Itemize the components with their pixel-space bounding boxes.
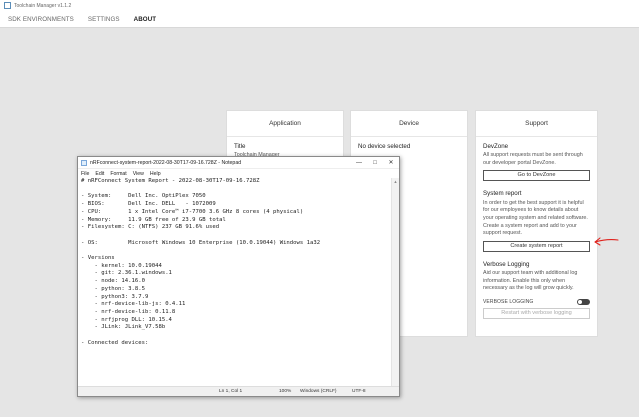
notepad-icon (81, 159, 87, 166)
close-icon[interactable]: ✕ (383, 157, 399, 169)
line-endings: Windows (CRLF) (300, 389, 337, 394)
go-to-devzone-button[interactable]: Go to DevZone (483, 170, 590, 182)
minimize-icon[interactable]: — (351, 157, 367, 169)
verbose-logging-toggle[interactable] (577, 299, 590, 306)
scroll-up-icon[interactable]: ▲ (392, 178, 399, 185)
notepad-status-bar: Ln 1, Col 1 100% Windows (CRLF) UTF-8 (78, 386, 399, 396)
application-card-header: Application (227, 111, 343, 137)
nav-about[interactable]: ABOUT (134, 16, 157, 23)
menu-file[interactable]: File (81, 171, 89, 177)
verbose-logging-text: Aid our support team with additional log… (483, 270, 578, 292)
nav-sdk-environments[interactable]: SDK ENVIRONMENTS (8, 16, 74, 23)
support-card-header: Support (476, 111, 597, 137)
verbose-logging-row: VERBOSE LOGGING (483, 299, 590, 306)
device-status: No device selected (358, 143, 411, 150)
notepad-title: nRFconnect-system-report-2022-08-30T17-0… (90, 159, 242, 166)
menu-edit[interactable]: Edit (95, 171, 104, 177)
red-arrow-annotation (594, 237, 619, 246)
menu-view[interactable]: View (133, 171, 144, 177)
notepad-menu-bar: File Edit Format View Help (78, 169, 399, 178)
vertical-scrollbar[interactable]: ▲ (391, 178, 399, 386)
toolchain-app-icon (4, 2, 11, 9)
devzone-title: DevZone (483, 143, 509, 150)
system-report-text: In order to get the best support it is h… (483, 199, 588, 237)
red-arrow-path (594, 237, 619, 246)
restart-verbose-logging-button[interactable]: Restart with verbose logging (483, 308, 590, 320)
main-nav: SDK ENVIRONMENTS SETTINGS ABOUT (0, 11, 639, 28)
menu-help[interactable]: Help (150, 171, 161, 177)
notepad-text-area[interactable]: # nRFConnect System Report - 2022-08-30T… (79, 178, 392, 386)
verbose-logging-title: Verbose Logging (483, 260, 530, 268)
encoding: UTF-8 (352, 389, 366, 394)
app-title: Toolchain Manager v1.1.2 (14, 2, 72, 9)
verbose-logging-toggle-label: VERBOSE LOGGING (483, 298, 534, 305)
menu-format[interactable]: Format (110, 171, 126, 177)
devzone-text: All support requests must be sent throug… (483, 152, 583, 166)
application-title-label: Title (234, 143, 246, 150)
notepad-title-bar: nRFconnect-system-report-2022-08-30T17-0… (78, 157, 399, 169)
zoom-level: 100% (279, 389, 292, 394)
notepad-window: nRFconnect-system-report-2022-08-30T17-0… (77, 156, 400, 397)
maximize-icon[interactable]: □ (367, 157, 383, 169)
cursor-position: Ln 1, Col 1 (219, 389, 243, 394)
create-system-report-button[interactable]: Create system report (483, 240, 590, 252)
device-card-header: Device (351, 111, 467, 137)
nav-settings[interactable]: SETTINGS (88, 16, 120, 23)
support-card: Support DevZone All support requests mus… (475, 110, 598, 337)
app-title-bar: Toolchain Manager v1.1.2 (0, 0, 639, 11)
system-report-title: System report (483, 190, 522, 198)
